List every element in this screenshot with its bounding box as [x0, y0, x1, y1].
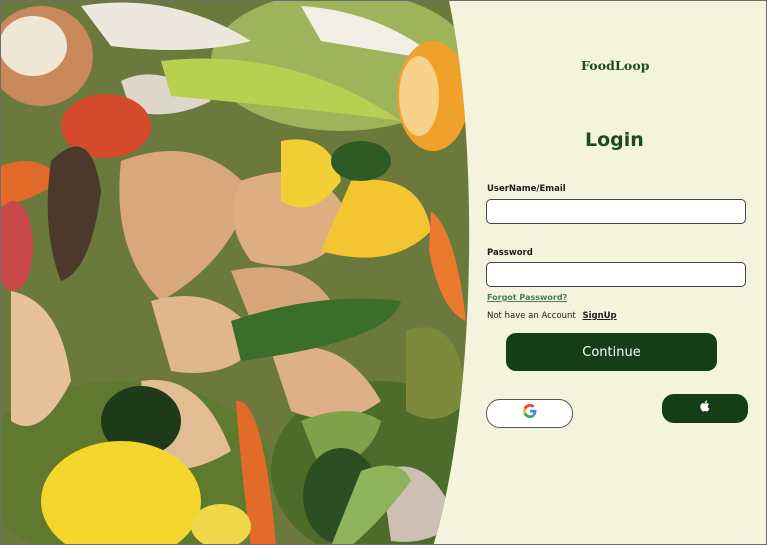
page-title: Login	[585, 129, 644, 151]
food-scraps-image	[1, 1, 471, 544]
signup-prompt: Not have an Account SignUp	[487, 311, 617, 321]
login-screen: FoodLoop Login UserName/Email Password F…	[0, 0, 767, 545]
apple-icon	[699, 399, 712, 418]
google-g-icon	[522, 404, 537, 423]
apple-login-button[interactable]	[662, 394, 748, 423]
username-label: UserName/Email	[487, 184, 566, 194]
no-account-text: Not have an Account	[487, 311, 576, 321]
continue-button[interactable]: Continue	[506, 333, 717, 371]
password-label: Password	[487, 248, 533, 258]
signup-link[interactable]: SignUp	[582, 311, 616, 321]
forgot-password-link[interactable]: Forgot Password?	[487, 293, 567, 302]
continue-button-label: Continue	[582, 344, 641, 360]
username-input[interactable]	[486, 199, 746, 224]
password-input[interactable]	[486, 262, 746, 287]
brand-logo: FoodLoop	[581, 58, 650, 73]
google-login-button[interactable]	[486, 399, 573, 428]
